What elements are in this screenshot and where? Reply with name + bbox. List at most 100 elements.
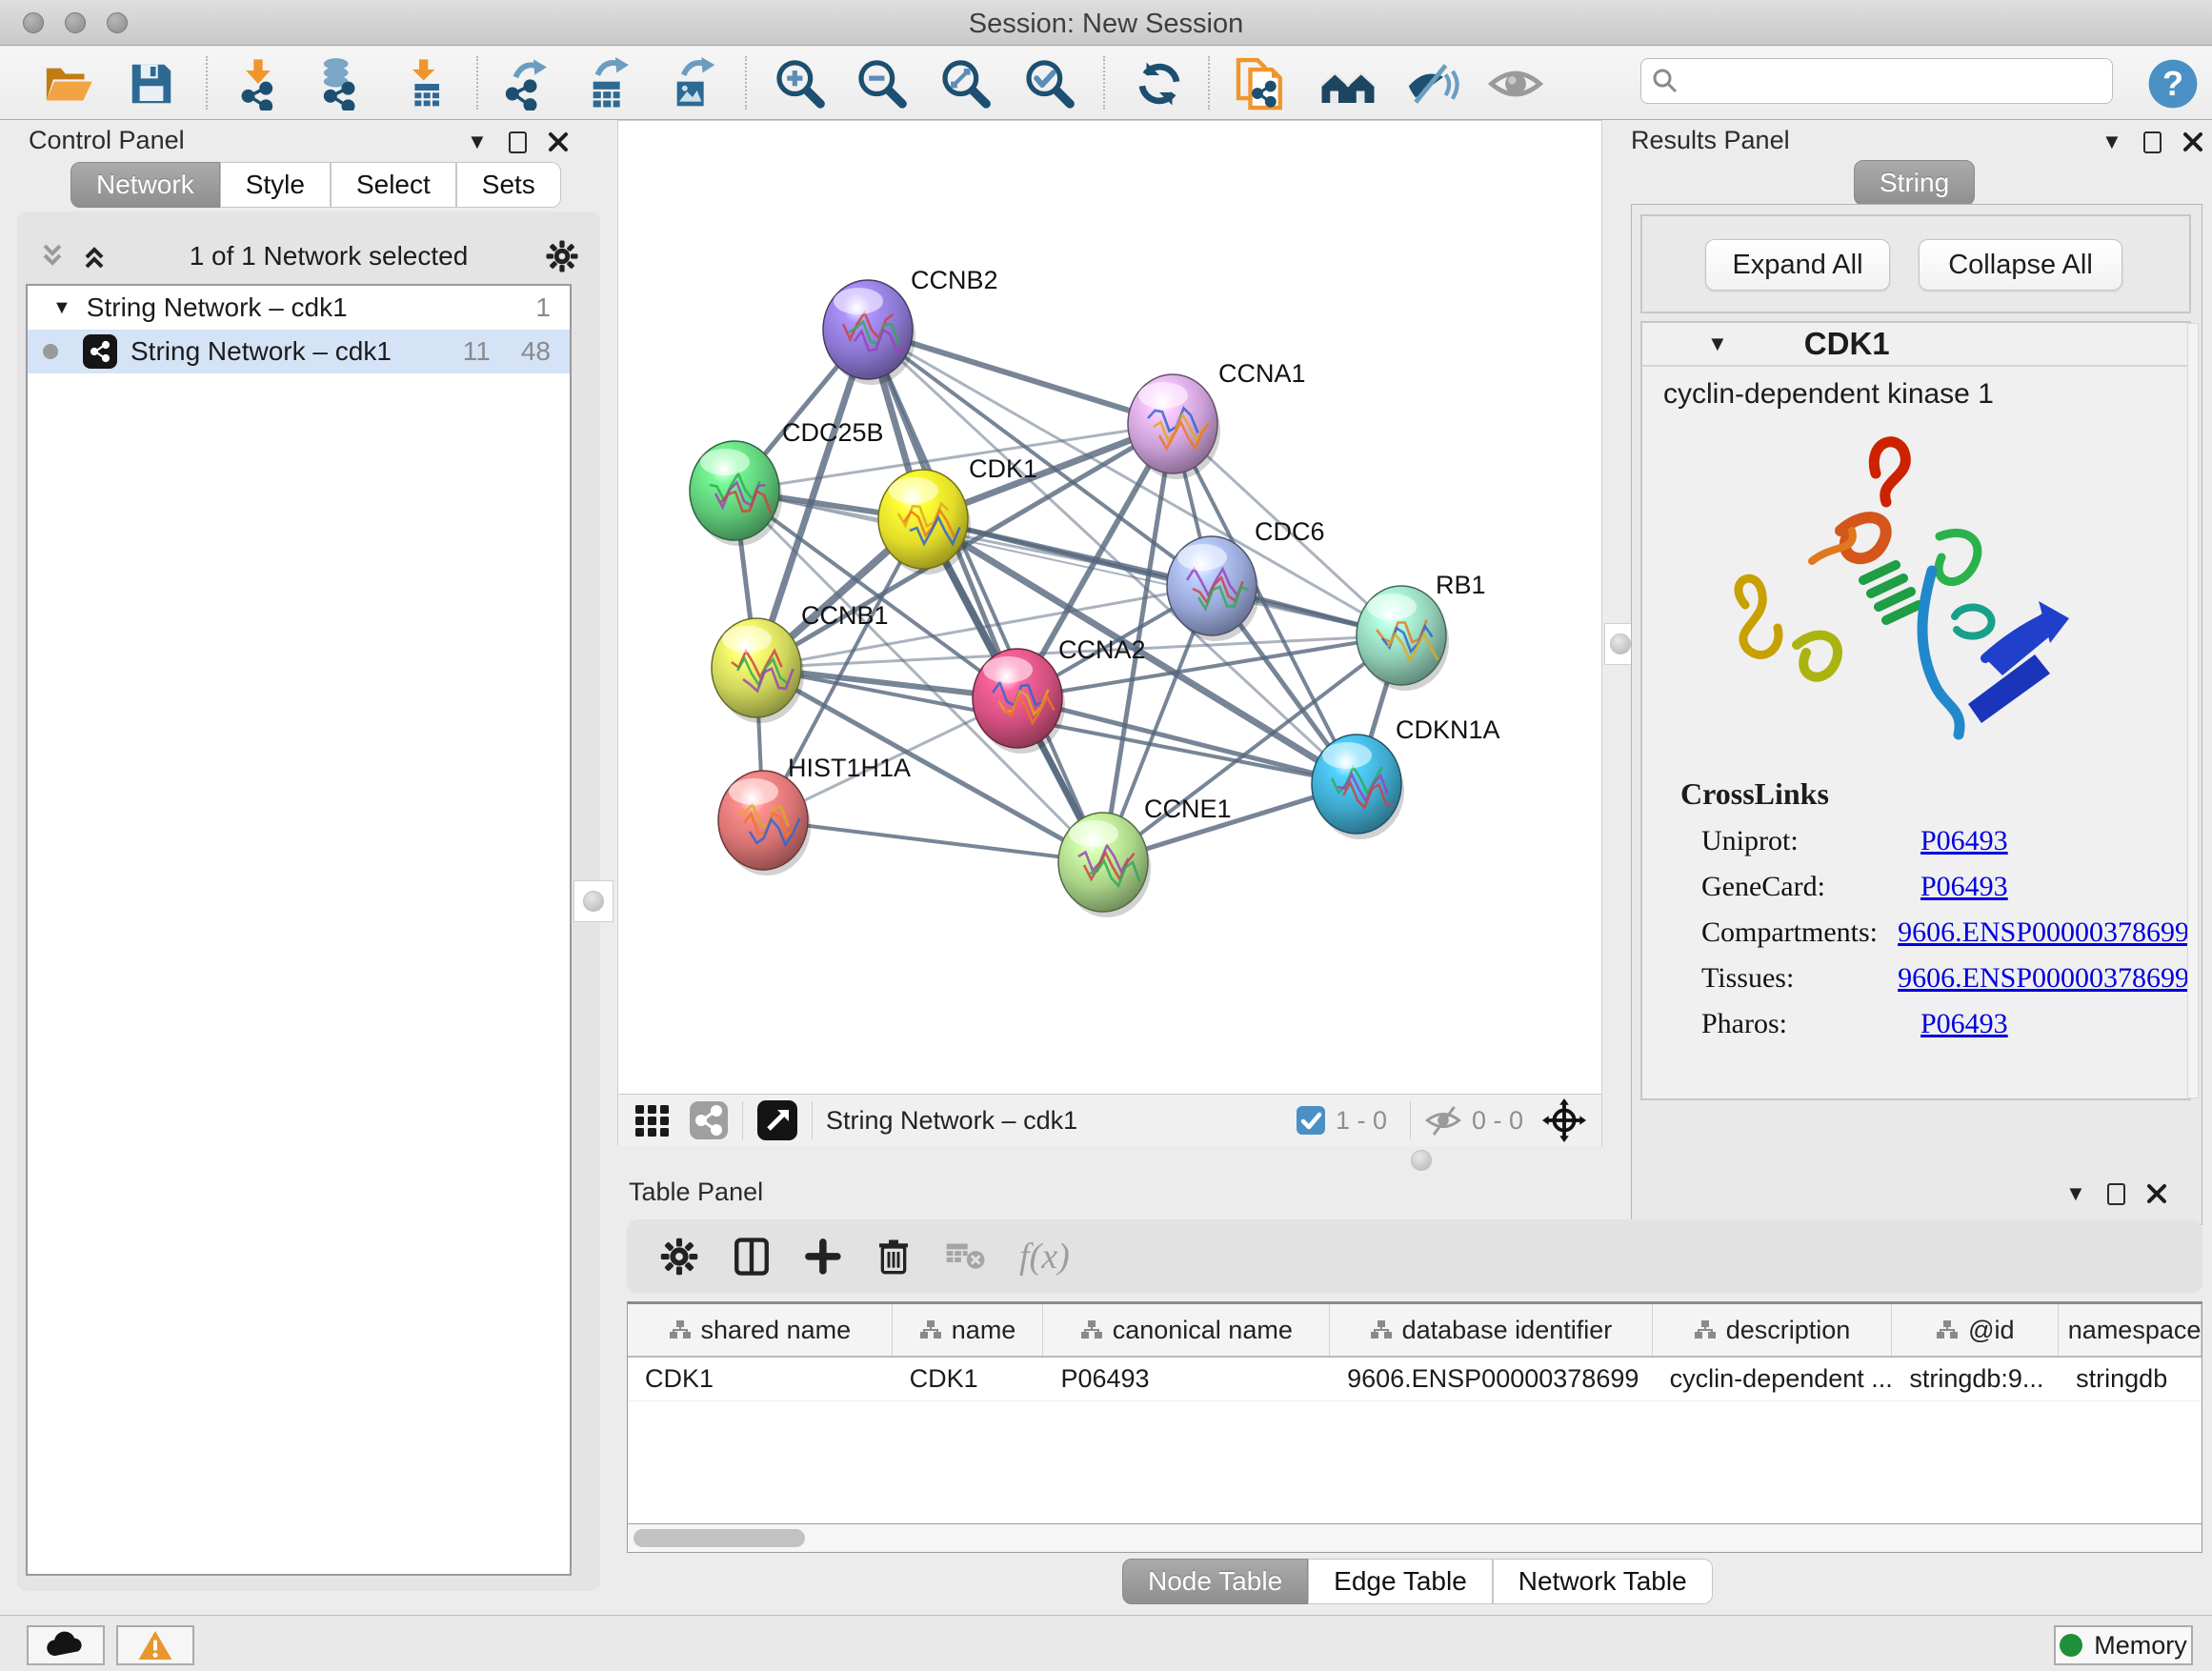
float-panel-icon[interactable] — [2107, 1183, 2125, 1205]
open-session-button[interactable] — [38, 54, 97, 113]
tissues-link[interactable]: 9606.ENSP00000378699 — [1898, 962, 2189, 995]
table-horizontal-scrollbar[interactable] — [627, 1524, 2202, 1553]
collapse-panel-icon[interactable]: ▼ — [2065, 1181, 2086, 1206]
expand-all-button[interactable]: Expand All — [1705, 239, 1890, 291]
scrollbar-thumb[interactable] — [633, 1529, 805, 1547]
export-network-button[interactable] — [497, 54, 556, 113]
string-view-icon[interactable] — [689, 1100, 729, 1140]
expand-collapse-bar: Expand All Collapse All — [1640, 214, 2191, 313]
column-header-database-identifier[interactable]: database identifier — [1330, 1304, 1653, 1356]
toolbar-separator — [1208, 56, 1210, 110]
network-edge[interactable] — [868, 330, 1103, 862]
uniprot-link[interactable]: P06493 — [1920, 825, 2008, 857]
column-header-description[interactable]: description — [1653, 1304, 1893, 1356]
close-panel-icon[interactable] — [2146, 1183, 2167, 1204]
network-node-rb1[interactable]: RB1 — [1357, 571, 1486, 691]
collapse-panel-icon[interactable]: ▼ — [467, 130, 488, 154]
warnings-button[interactable] — [116, 1625, 194, 1665]
tab-network-table[interactable]: Network Table — [1493, 1559, 1713, 1604]
column-header--id[interactable]: @id — [1892, 1304, 2059, 1356]
export-image-button[interactable] — [663, 54, 722, 113]
import-network-database-button[interactable] — [309, 54, 368, 113]
network-node-hist1h1a[interactable]: HIST1H1A — [718, 754, 911, 876]
table-cell[interactable]: stringdb — [2059, 1364, 2202, 1394]
tab-sets[interactable]: Sets — [456, 162, 561, 208]
network-node-ccna2[interactable]: CCNA2 — [973, 635, 1146, 754]
collapse-panel-icon[interactable]: ▼ — [2101, 130, 2122, 154]
column-header-namespace[interactable]: namespace — [2059, 1304, 2202, 1356]
network-status-dot — [43, 344, 58, 359]
save-session-button[interactable] — [122, 54, 181, 113]
zoom-out-button[interactable] — [852, 54, 911, 113]
zoom-in-button[interactable] — [770, 54, 829, 113]
help-button[interactable]: ? — [2143, 54, 2202, 113]
close-panel-icon[interactable] — [2182, 131, 2203, 152]
compartments-link[interactable]: 9606.ENSP00000378699 — [1898, 916, 2189, 949]
cloud-status-button[interactable] — [27, 1625, 105, 1665]
table-cell[interactable]: cyclin-dependent ... — [1653, 1364, 1893, 1394]
zoom-fit-button[interactable] — [935, 54, 995, 113]
expand-all-networks-icon[interactable] — [80, 242, 112, 271]
network-tree: ▼ String Network – cdk1 1 String Network… — [26, 284, 572, 1576]
table-cell[interactable]: P06493 — [1043, 1364, 1330, 1394]
refresh-view-button[interactable] — [1130, 54, 1189, 113]
network-edge[interactable] — [763, 820, 1103, 862]
network-node-cdkn1a[interactable]: CDKN1A — [1312, 715, 1500, 839]
protein-card-header[interactable]: ▼ CDK1 — [1642, 323, 2189, 367]
grid-view-icon[interactable] — [633, 1101, 672, 1139]
tab-node-table[interactable]: Node Table — [1122, 1559, 1308, 1604]
create-column-button[interactable] — [804, 1238, 842, 1276]
network-graph[interactable]: CCNB2CCNA1CDC25BCDK1CDC6RB1CCNB1CCNA2CDK… — [618, 121, 1601, 1093]
float-panel-icon[interactable] — [2143, 131, 2162, 153]
import-network-file-button[interactable] — [229, 54, 288, 113]
birds-eye-view-icon[interactable] — [756, 1099, 798, 1141]
search-input[interactable] — [1679, 67, 2089, 96]
collapse-all-networks-icon[interactable] — [38, 242, 70, 271]
column-header-canonical-name[interactable]: canonical name — [1043, 1304, 1330, 1356]
show-columns-button[interactable] — [732, 1237, 772, 1277]
float-panel-icon[interactable] — [509, 131, 527, 153]
delete-column-button[interactable] — [875, 1238, 913, 1276]
table-options-button[interactable] — [659, 1237, 699, 1277]
fit-content-crosshair-icon[interactable] — [1542, 1098, 1586, 1142]
export-table-button[interactable] — [579, 54, 638, 113]
network-row[interactable]: String Network – cdk1 11 48 — [28, 330, 570, 373]
first-neighbors-button[interactable] — [1318, 54, 1377, 113]
zoom-selected-button[interactable] — [1019, 54, 1078, 113]
import-table-button[interactable] — [396, 54, 455, 113]
network-node-ccnb2[interactable]: CCNB2 — [823, 266, 998, 385]
close-panel-icon[interactable] — [548, 131, 569, 152]
network-node-ccne1[interactable]: CCNE1 — [1058, 795, 1232, 917]
selected-checkbox-icon[interactable] — [1296, 1105, 1326, 1136]
tree-expander-icon[interactable]: ▼ — [52, 297, 71, 319]
tab-string[interactable]: String — [1854, 160, 1975, 206]
function-builder-button[interactable]: f(x) — [1019, 1236, 1070, 1278]
pharos-link[interactable]: P06493 — [1920, 1008, 2008, 1040]
network-node-ccna1[interactable]: CCNA1 — [1128, 359, 1306, 479]
column-header-shared-name[interactable]: shared name — [628, 1304, 893, 1356]
table-row[interactable]: CDK1CDK1P064939606.ENSP00000378699cyclin… — [628, 1358, 2202, 1401]
show-all-button[interactable] — [1486, 54, 1545, 113]
results-scrollbar[interactable] — [2187, 323, 2199, 1098]
memory-button[interactable]: Memory — [2054, 1625, 2193, 1665]
table-cell[interactable]: stringdb:9... — [1892, 1364, 2059, 1394]
tab-edge-table[interactable]: Edge Table — [1308, 1559, 1493, 1604]
hide-selected-button[interactable] — [1402, 54, 1461, 113]
tab-select[interactable]: Select — [331, 162, 456, 208]
collapse-all-button[interactable]: Collapse All — [1919, 239, 2122, 291]
tab-network[interactable]: Network — [70, 162, 220, 208]
left-splitter-grip[interactable] — [573, 880, 613, 922]
table-cell[interactable]: CDK1 — [893, 1364, 1044, 1394]
table-cell[interactable]: 9606.ENSP00000378699 — [1330, 1364, 1653, 1394]
clone-network-button[interactable] — [1233, 54, 1292, 113]
table-toolbar: f(x) — [627, 1219, 2202, 1294]
network-options-gear-icon[interactable] — [545, 239, 579, 273]
genecard-link[interactable]: P06493 — [1920, 871, 2008, 903]
column-header-name[interactable]: name — [893, 1304, 1044, 1356]
network-collection-row[interactable]: ▼ String Network – cdk1 1 — [28, 286, 570, 330]
tab-style[interactable]: Style — [220, 162, 331, 208]
collapse-card-icon[interactable]: ▼ — [1707, 332, 1728, 356]
delete-table-button[interactable] — [945, 1240, 987, 1273]
table-cell[interactable]: CDK1 — [628, 1364, 893, 1394]
protein-name: CDK1 — [1804, 326, 1890, 362]
